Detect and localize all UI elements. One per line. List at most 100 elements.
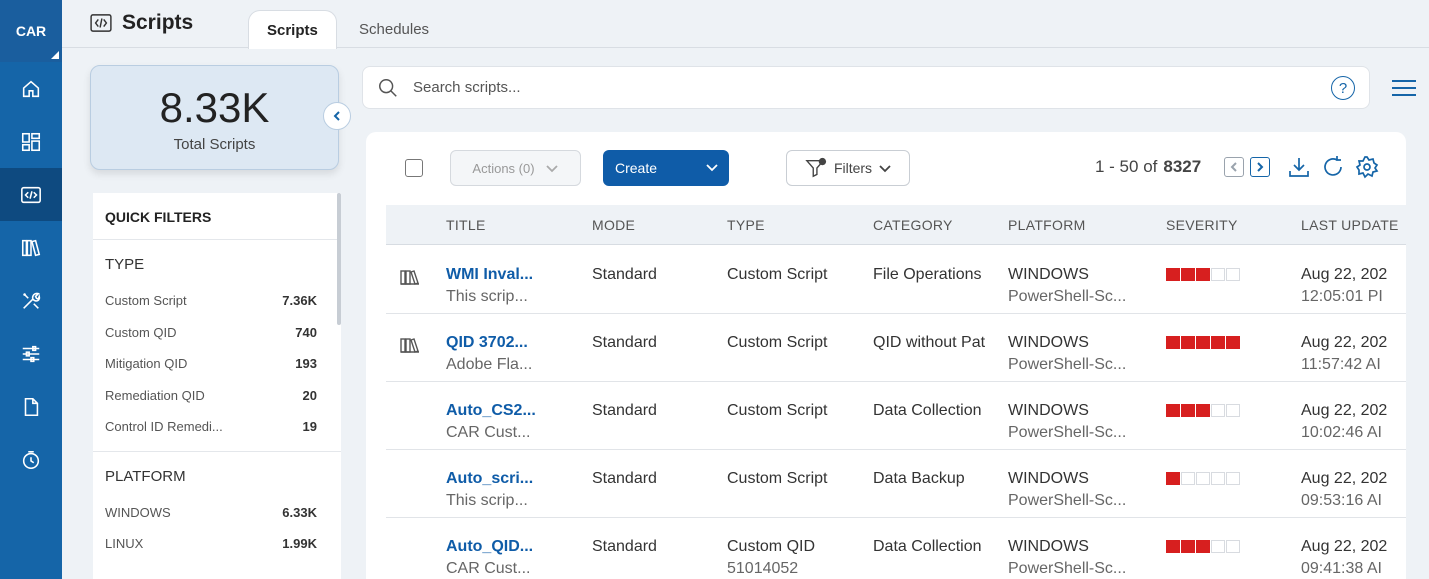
filter-item-count: 20 [302,387,317,403]
table-row[interactable]: Auto_scri... This scrip... Standard Custom … [386,450,1406,518]
column-header-title[interactable]: TITLE [446,217,486,233]
app-switcher[interactable]: CAR [0,0,62,62]
cell-title[interactable]: Auto_CS2... CAR Cust... [446,402,536,442]
next-page-button[interactable] [1250,157,1270,177]
filter-item-count: 7.36K [282,293,317,309]
column-header-mode[interactable]: MODE [592,217,635,233]
filter-item-count: 19 [302,419,317,435]
cell-category: QID without Pat [873,334,986,351]
platform-interpreter: PowerShell-Sc... [1008,356,1127,373]
severity-segment [1181,336,1195,349]
severity-segment [1196,540,1210,553]
help-icon[interactable]: ? [1331,76,1355,100]
script-title-link[interactable]: Auto_CS2... [446,402,536,419]
nav-settings[interactable] [0,327,62,380]
script-title-link[interactable]: QID 3702... [446,334,528,351]
cell-title[interactable]: Auto_QID... CAR Cust... [446,538,533,578]
create-button[interactable]: Create [603,150,729,186]
platform-interpreter: PowerShell-Sc... [1008,424,1127,441]
scripts-table-panel: Actions (0) Create Filters 1 - 50 of 832… [366,132,1406,579]
create-dropdown-toggle[interactable] [705,160,719,177]
cell-category: Data Collection [873,538,982,555]
filter-item-count: 6.33K [282,504,317,520]
severity-segment [1166,540,1180,553]
actions-button[interactable]: Actions (0) [450,150,581,186]
nav-library[interactable] [0,221,62,274]
nav-reports[interactable] [0,380,62,433]
script-title-link[interactable]: Auto_scri... [446,470,533,487]
platform-interpreter: PowerShell-Sc... [1008,560,1127,577]
nav-scripts[interactable] [0,168,62,221]
page-header: Scripts Scripts Schedules [62,0,1429,49]
table-row[interactable]: WMI Inval... This scrip... Standard Custom … [386,246,1406,314]
column-header-type[interactable]: TYPE [727,217,765,233]
update-time: 09:53:16 AI [1301,492,1382,509]
update-time: 10:02:46 AI [1301,424,1382,441]
filter-item[interactable]: WINDOWS 6.33K [105,497,329,529]
type-qid: 51014052 [727,560,799,577]
cell-category: Data Collection [873,402,982,419]
filter-group-platform: PLATFORM WINDOWS 6.33K LINUX 1.99K [93,452,341,568]
tab-schedules[interactable]: Schedules [341,10,447,49]
filter-group-type: TYPE Custom Script 7.36K Custom QID 740 Mi… [93,240,341,452]
column-header-severity[interactable]: SEVERITY [1166,217,1238,233]
severity-segment [1211,268,1225,281]
filter-item[interactable]: Mitigation QID 193 [105,348,329,380]
filters-label: Filters [833,160,873,176]
update-time: 12:05:01 PI [1301,288,1383,305]
severity-segment [1196,336,1210,349]
chevron-left-icon [333,111,340,121]
severity-segment [1166,404,1180,417]
tab-scripts[interactable]: Scripts [248,10,337,49]
settings-button[interactable] [1355,155,1381,181]
type-label: Custom Script [727,334,828,351]
table-row[interactable]: QID 3702... Adobe Fla... Standard Custom Sc… [386,314,1406,382]
refresh-button[interactable] [1321,155,1347,181]
cell-title[interactable]: Auto_scri... This scrip... [446,470,533,510]
table-row[interactable]: Auto_QID... CAR Cust... Standard Custom QID… [386,518,1406,579]
search-input[interactable] [413,79,1293,96]
filter-item[interactable]: LINUX 1.99K [105,528,329,560]
library-script-icon [400,337,420,353]
column-header-category[interactable]: CATEGORY [873,217,953,233]
script-title-link[interactable]: Auto_QID... [446,538,533,555]
filter-item[interactable]: Custom Script 7.36K [105,285,329,317]
script-description: This scrip... [446,288,528,305]
total-scripts-label: Total Scripts [173,136,256,153]
filter-item[interactable]: Control ID Remedi... 19 [105,411,329,443]
page-title-text: Scripts [122,11,194,34]
cell-mode: Standard [592,538,657,555]
collapse-panel-button[interactable] [323,102,351,130]
cell-title[interactable]: WMI Inval... This scrip... [446,266,533,306]
cell-platform: WINDOWS PowerShell-Sc... [1008,334,1126,374]
actions-label: Actions (0) [472,160,535,176]
select-all-checkbox[interactable] [405,159,423,177]
filters-button[interactable]: Filters [786,150,910,186]
filter-item[interactable]: Remediation QID 20 [105,380,329,412]
tools-icon [23,292,41,309]
severity-segment [1181,268,1195,281]
severity-segment [1196,404,1210,417]
nav-home[interactable] [0,62,62,115]
filter-item[interactable]: Custom QID 740 [105,317,329,349]
cell-title[interactable]: QID 3702... Adobe Fla... [446,334,532,374]
nav-tools[interactable] [0,274,62,327]
platform-label: WINDOWS [1008,470,1089,487]
cell-platform: WINDOWS PowerShell-Sc... [1008,538,1126,578]
severity-segment [1211,540,1225,553]
update-date: Aug 22, 202 [1301,402,1388,419]
script-title-link[interactable]: WMI Inval... [446,266,533,283]
pagination-range: 1 - 50 of [1095,157,1158,176]
quick-filters-scrollbar[interactable] [337,193,341,325]
nav-dashboard[interactable] [0,115,62,168]
column-header-last-update[interactable]: LAST UPDATE [1301,217,1399,233]
cell-type: Custom Script [727,334,827,352]
script-description: CAR Cust... [446,424,531,441]
table-row[interactable]: Auto_CS2... CAR Cust... Standard Custom Scr… [386,382,1406,450]
download-button[interactable] [1287,155,1313,181]
nav-history[interactable] [0,433,62,486]
column-header-platform[interactable]: PLATFORM [1008,217,1086,233]
update-time: 09:41:38 AI [1301,560,1382,577]
hamburger-menu-icon[interactable] [1392,80,1416,98]
previous-page-button[interactable] [1224,157,1244,177]
